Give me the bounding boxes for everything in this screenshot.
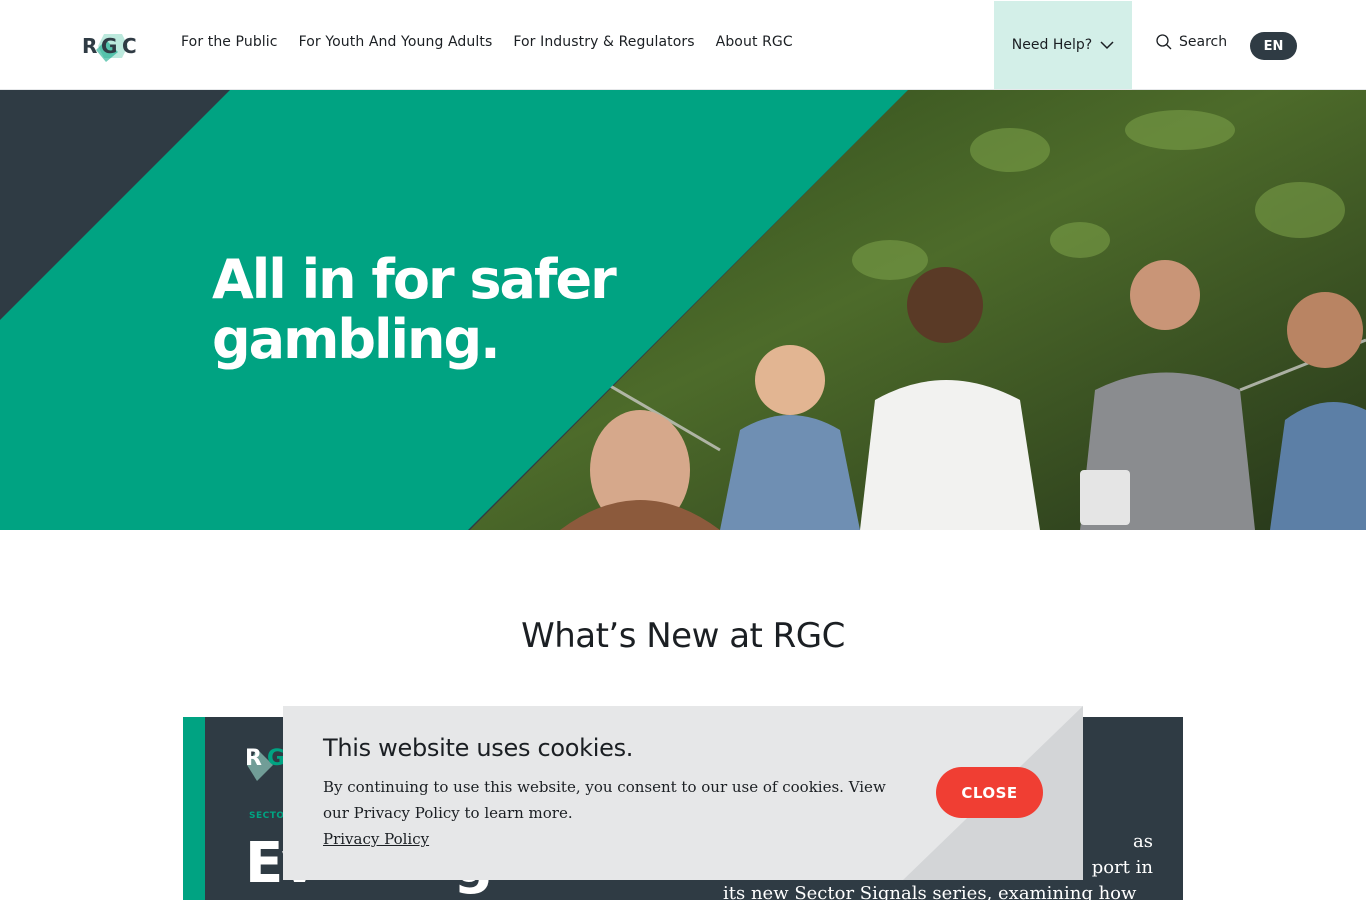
- rgc-logo[interactable]: R G C: [82, 28, 144, 64]
- hero-background: [0, 90, 1366, 530]
- card-accent-stripe: [183, 717, 205, 900]
- nav-for-youth[interactable]: For Youth And Young Adults: [299, 34, 493, 50]
- cookie-banner-body: By continuing to use this website, you c…: [323, 778, 886, 822]
- svg-text:C: C: [122, 34, 137, 58]
- search-icon: [1156, 34, 1172, 50]
- svg-text:R: R: [82, 34, 97, 58]
- cookie-banner-title: This website uses cookies.: [323, 734, 634, 762]
- hero-title: All in for safer gambling.: [212, 250, 632, 370]
- language-switcher[interactable]: EN: [1250, 32, 1297, 60]
- svg-text:R: R: [245, 746, 262, 771]
- hero-title-line-2: gambling.: [212, 308, 501, 371]
- need-help-label: Need Help?: [1011, 37, 1093, 53]
- chevron-down-icon: [1100, 41, 1114, 50]
- svg-text:G: G: [101, 34, 117, 58]
- nav-about[interactable]: About RGC: [716, 34, 793, 50]
- cookie-close-button[interactable]: CLOSE: [936, 767, 1043, 818]
- nav-for-industry[interactable]: For Industry & Regulators: [513, 34, 694, 50]
- card-description-line-3: its new Sector Signals series, examining…: [723, 883, 1137, 900]
- need-help-button[interactable]: Need Help?: [994, 1, 1132, 89]
- nav-for-the-public[interactable]: For the Public: [181, 34, 278, 50]
- whats-new-title: What’s New at RGC: [521, 616, 845, 656]
- site-header: R G C For the Public For Youth And Young…: [0, 0, 1366, 90]
- hero-title-line-1: All in for safer: [212, 248, 617, 311]
- main-nav: For the Public For Youth And Young Adult…: [181, 34, 793, 50]
- cookie-banner: This website uses cookies. By continuing…: [283, 706, 1083, 880]
- search-label: Search: [1179, 34, 1228, 50]
- privacy-policy-link[interactable]: Privacy Policy: [323, 826, 429, 852]
- search-button[interactable]: Search: [1156, 34, 1227, 50]
- hero-banner: All in for safer gambling.: [0, 90, 1366, 530]
